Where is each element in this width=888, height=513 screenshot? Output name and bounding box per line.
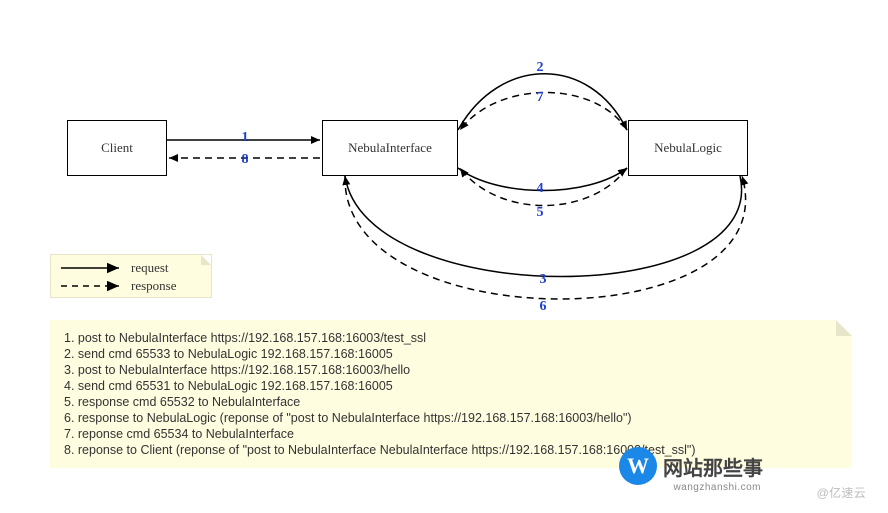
edge-label-1: 1 (242, 130, 249, 146)
step-3: 3. post to NebulaInterface https://192.1… (64, 362, 838, 378)
node-client: Client (67, 120, 167, 176)
node-logic-label: NebulaLogic (654, 140, 722, 156)
watermark-yiyun: @亿速云 (817, 484, 866, 501)
edge-label-7: 7 (537, 90, 544, 106)
edge-5 (460, 168, 627, 206)
step-2: 2. send cmd 65533 to NebulaLogic 192.168… (64, 346, 838, 362)
step-4: 4. send cmd 65531 to NebulaLogic 192.168… (64, 378, 838, 394)
legend-request-label: request (131, 260, 169, 276)
legend-request-line-icon (59, 262, 123, 274)
edge-label-3: 3 (540, 272, 547, 288)
edge-label-8: 8 (242, 152, 249, 168)
brand-badge-icon: W (619, 447, 657, 485)
legend-row-response: response (59, 277, 203, 295)
legend-box: request response (50, 254, 212, 298)
watermark-brand: W 网站那些事 wangzhanshi.com (619, 447, 763, 485)
step-5: 5. response cmd 65532 to NebulaInterface (64, 394, 838, 410)
note-corner-icon (201, 255, 211, 265)
edge-label-5: 5 (537, 205, 544, 221)
note-corner-icon (836, 320, 852, 336)
node-interface-label: NebulaInterface (348, 140, 432, 156)
step-1: 1. post to NebulaInterface https://192.1… (64, 330, 838, 346)
brand-text: 网站那些事 (663, 458, 763, 480)
legend-response-label: response (131, 278, 177, 294)
brand-text-wrap: 网站那些事 wangzhanshi.com (663, 452, 763, 481)
node-interface: NebulaInterface (322, 120, 458, 176)
step-6: 6. response to NebulaLogic (reponse of "… (64, 410, 838, 426)
edge-label-4: 4 (537, 181, 544, 197)
legend-response-line-icon (59, 280, 123, 292)
edge-7 (460, 93, 627, 131)
edge-label-2: 2 (537, 60, 544, 76)
steps-note: 1. post to NebulaInterface https://192.1… (50, 320, 852, 468)
edge-label-6: 6 (540, 299, 547, 315)
node-logic: NebulaLogic (628, 120, 748, 176)
node-client-label: Client (101, 140, 133, 156)
brand-url: wangzhanshi.com (673, 482, 761, 493)
legend-row-request: request (59, 259, 203, 277)
step-7: 7. reponse cmd 65534 to NebulaInterface (64, 426, 838, 442)
